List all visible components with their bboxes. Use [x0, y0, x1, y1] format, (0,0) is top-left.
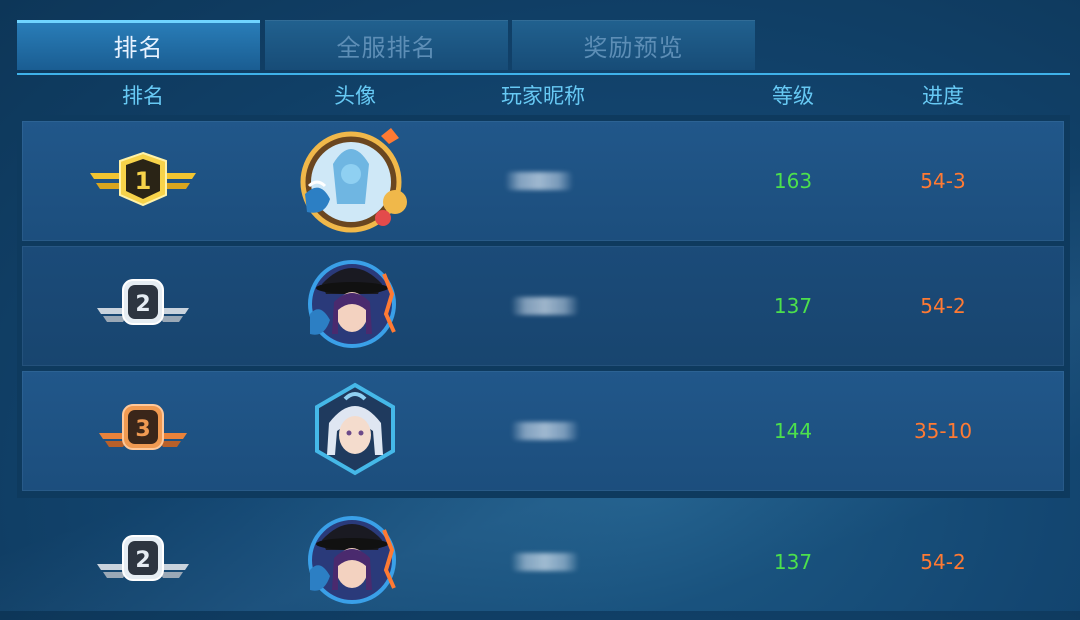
player-nickname-redacted	[512, 297, 578, 315]
avatar[interactable]	[300, 254, 410, 358]
progress-value: 54-3	[920, 169, 966, 193]
svg-text:2: 2	[135, 548, 150, 573]
level-value: 137	[773, 294, 813, 318]
column-header-progress: 进度	[922, 84, 964, 108]
column-header-rank: 排名	[122, 84, 164, 108]
tab-divider	[17, 73, 1070, 75]
bronze-medal-icon: 3	[93, 397, 193, 465]
table-row[interactable]: 1 163 54-3	[22, 121, 1064, 241]
avatar[interactable]	[300, 510, 410, 614]
level-value: 163	[773, 169, 813, 193]
tab-reward-preview[interactable]: 奖励预览	[512, 20, 755, 70]
progress-value: 54-2	[920, 550, 966, 574]
column-header-avatar: 头像	[334, 84, 376, 108]
gold-medal-icon: 1	[88, 147, 198, 215]
svg-text:1: 1	[135, 167, 152, 195]
column-header-level: 等级	[772, 84, 814, 108]
silver-medal-icon: 2	[93, 528, 193, 596]
tab-rank[interactable]: 排名	[17, 20, 260, 70]
progress-value: 35-10	[913, 419, 973, 443]
level-value: 144	[773, 419, 813, 443]
avatar[interactable]	[295, 124, 415, 238]
svg-text:2: 2	[135, 292, 150, 317]
column-header-nickname: 玩家昵称	[501, 84, 585, 108]
player-nickname-redacted	[512, 553, 578, 571]
silver-medal-icon: 2	[93, 272, 193, 340]
player-nickname-redacted	[506, 172, 572, 190]
player-nickname-redacted	[512, 422, 578, 440]
avatar[interactable]	[305, 379, 405, 483]
table-row[interactable]: 3 144 35-10	[22, 371, 1064, 491]
tab-server-rank[interactable]: 全服排名	[265, 20, 508, 70]
svg-text:3: 3	[135, 417, 150, 442]
level-value: 137	[773, 550, 813, 574]
table-row[interactable]: 2 137 54-2	[22, 246, 1064, 366]
my-rank-row[interactable]: 2 137 54-2	[22, 500, 1064, 620]
progress-value: 54-2	[920, 294, 966, 318]
